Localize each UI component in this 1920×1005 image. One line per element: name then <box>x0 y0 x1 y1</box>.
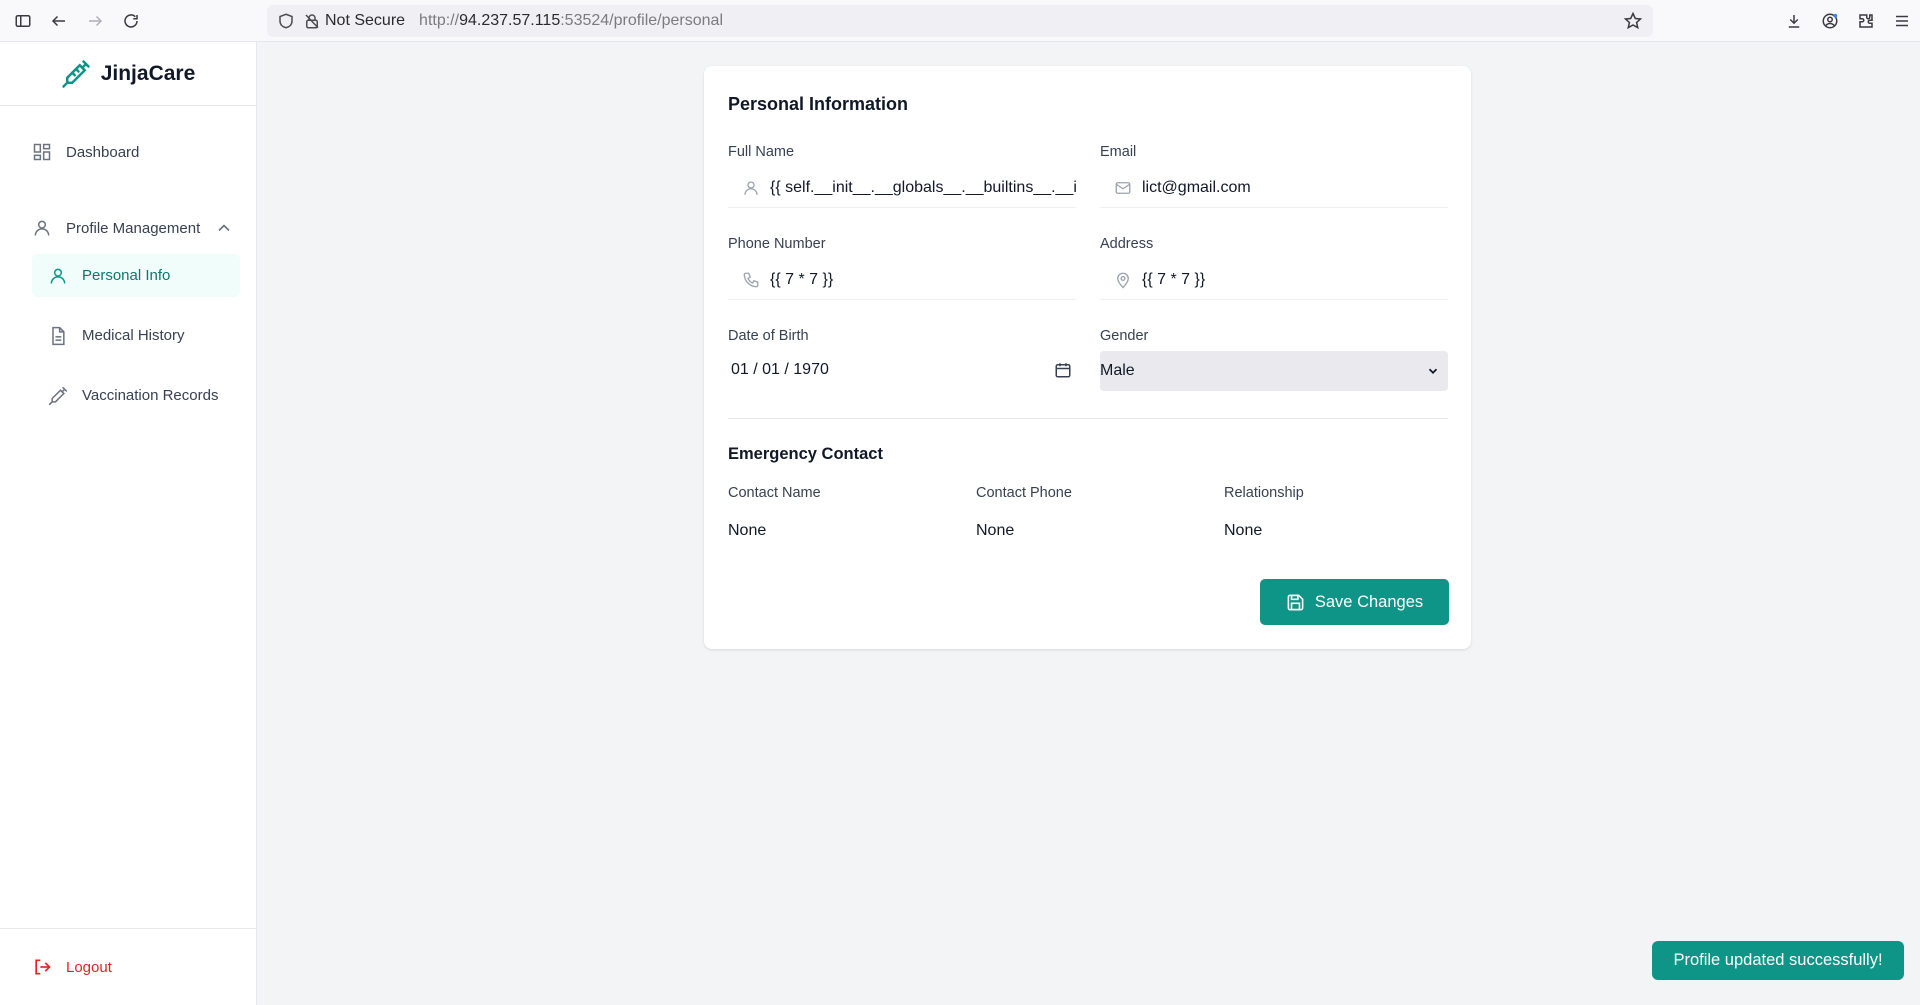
save-changes-button[interactable]: Save Changes <box>1260 579 1449 625</box>
contact-phone-value: None <box>976 522 1015 539</box>
dob-label: Date of Birth <box>728 328 809 344</box>
user-icon <box>34 220 50 236</box>
map-pin-icon <box>1117 272 1129 288</box>
email-label: Email <box>1100 144 1137 160</box>
full-name-input[interactable]: {{ self.__init__.__globals__.__builtins_… <box>728 168 1076 208</box>
browser-toolbar: Not Secure http://94.237.57.115:53524/pr… <box>0 0 1920 42</box>
phone-input[interactable]: {{ 7 * 7 }} <box>728 260 1076 300</box>
relationship-label: Relationship <box>1224 485 1304 501</box>
dashboard-grid-icon <box>33 143 51 161</box>
contact-name-value: None <box>728 522 767 539</box>
email-input[interactable]: lict@gmail.com <box>1100 168 1448 208</box>
logout-icon <box>35 959 51 975</box>
back-icon[interactable] <box>41 3 77 39</box>
personal-info-card: Personal Information Full Name {{ self._… <box>704 66 1471 649</box>
contact-phone-label: Contact Phone <box>976 485 1072 501</box>
sidebar-item-label: Vaccination Records <box>82 387 219 404</box>
phone-label: Phone Number <box>728 236 826 252</box>
sidebar-item-label: Dashboard <box>66 143 140 161</box>
document-icon <box>52 326 65 345</box>
account-icon[interactable] <box>1812 3 1848 39</box>
brand[interactable]: JinjaCare <box>0 42 256 106</box>
emergency-contact-title: Emergency Contact <box>728 445 883 463</box>
insecure-lock-icon[interactable] <box>303 12 321 30</box>
logout-label: Logout <box>66 958 112 976</box>
menu-icon[interactable] <box>1884 3 1920 39</box>
chevron-up-icon[interactable] <box>214 218 234 238</box>
downloads-icon[interactable] <box>1776 3 1812 39</box>
sidebar-item-personal-info[interactable]: Personal Info <box>32 254 240 297</box>
user-icon <box>744 180 758 195</box>
extensions-icon[interactable] <box>1848 3 1884 39</box>
address-input[interactable]: {{ 7 * 7 }} <box>1100 260 1448 300</box>
email-value: lict@gmail.com <box>1142 178 1251 196</box>
section-divider <box>728 418 1448 419</box>
mail-icon <box>1115 181 1131 194</box>
sidebar-item-label: Medical History <box>82 327 185 344</box>
gender-select[interactable]: Male <box>1100 351 1448 391</box>
url-scheme: http:// <box>419 12 460 29</box>
full-name-value: {{ self.__init__.__globals__.__builtins_… <box>770 178 1076 196</box>
sidebar: JinjaCare Dashboard Profile Management P… <box>0 42 257 1005</box>
contact-name-label: Contact Name <box>728 485 821 501</box>
dob-input[interactable]: 01 / 01 / 1970 <box>728 350 1076 390</box>
gender-value: Male <box>1100 362 1135 379</box>
dob-value: 01 / 01 / 1970 <box>731 361 829 378</box>
not-secure-label[interactable]: Not Secure <box>325 12 405 30</box>
reload-icon[interactable] <box>113 3 149 39</box>
chevron-down-icon <box>1428 368 1438 374</box>
address-label: Address <box>1100 236 1154 252</box>
syringe-icon <box>48 386 68 405</box>
sidebar-item-medical-history[interactable]: Medical History <box>32 314 240 357</box>
floppy-disk-icon <box>1287 594 1304 610</box>
forward-icon[interactable] <box>77 3 113 39</box>
browser-tools <box>1776 3 1920 39</box>
success-toast: Profile updated successfully! <box>1652 941 1904 980</box>
sidebar-item-label: Personal Info <box>82 267 171 284</box>
save-changes-label: Save Changes <box>1314 592 1424 611</box>
url-bar[interactable]: Not Secure http://94.237.57.115:53524/pr… <box>267 5 1653 37</box>
calendar-icon[interactable] <box>1054 361 1072 379</box>
sidebar-item-dashboard[interactable]: Dashboard <box>32 142 139 162</box>
sidebar-footer: Logout <box>0 928 256 1005</box>
url-host: 94.237.57.115 <box>459 12 561 29</box>
sidebar-item-profile-management[interactable]: Profile Management <box>32 218 234 238</box>
phone-icon <box>743 272 759 287</box>
sidebar-item-vaccination-records[interactable]: Vaccination Records <box>32 374 240 417</box>
page-title: Personal Information <box>728 94 909 114</box>
shield-icon[interactable] <box>277 12 295 30</box>
full-name-label: Full Name <box>728 144 795 160</box>
address-value: {{ 7 * 7 }} <box>1142 270 1206 288</box>
brand-name: JinjaCare <box>100 61 196 85</box>
gender-label: Gender <box>1100 328 1149 344</box>
sidebar-toggle-icon[interactable] <box>5 3 41 39</box>
url-path: :53524/profile/personal <box>560 12 723 29</box>
bookmark-star-icon[interactable] <box>1623 11 1643 31</box>
phone-value: {{ 7 * 7 }} <box>770 270 834 288</box>
sidebar-item-label: Profile Management <box>66 219 201 237</box>
logout-button[interactable]: Logout <box>32 957 112 977</box>
user-icon <box>50 268 66 284</box>
relationship-value: None <box>1224 522 1263 539</box>
syringe-logo-icon <box>61 59 90 88</box>
